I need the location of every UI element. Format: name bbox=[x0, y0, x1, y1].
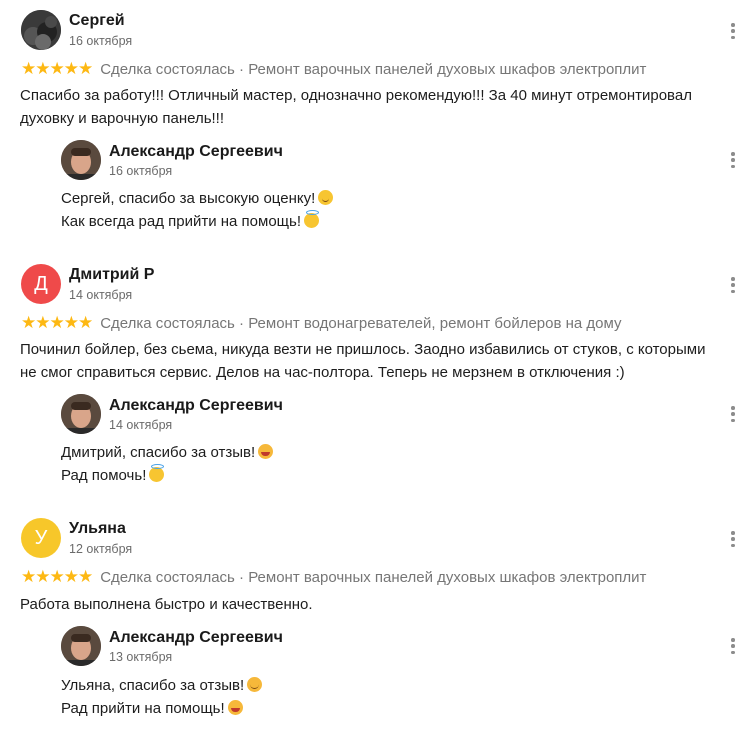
avatar[interactable] bbox=[21, 10, 61, 50]
avatar[interactable]: Д bbox=[21, 264, 61, 304]
reply-line: Ульяна, спасибо за отзыв! bbox=[61, 677, 245, 694]
grin-emoji-icon bbox=[227, 700, 243, 715]
avatar-letter: У bbox=[34, 526, 48, 549]
review-text: Починил бойлер, без сьема, никуда везти … bbox=[20, 338, 740, 384]
avatar[interactable]: У bbox=[21, 518, 61, 558]
more-options-icon[interactable] bbox=[725, 405, 741, 423]
review-line: не смог справиться сервис. Делов на час-… bbox=[20, 364, 625, 381]
rating-stars-icon: ★★★★★ bbox=[21, 567, 93, 586]
smile-emoji-icon bbox=[318, 190, 334, 205]
reply-avatar[interactable] bbox=[61, 140, 101, 180]
rating-stars-icon: ★★★★★ bbox=[21, 313, 93, 332]
angel-emoji-icon bbox=[149, 464, 165, 482]
more-options-icon[interactable] bbox=[725, 637, 741, 655]
review-line: Работа выполнена быстро и качественно. bbox=[20, 596, 313, 613]
angel-emoji-icon bbox=[304, 210, 319, 228]
more-options-icon[interactable] bbox=[725, 151, 741, 169]
reply-author-name[interactable]: Александр Сергеевич bbox=[109, 143, 283, 161]
review-date: 12 октября bbox=[69, 542, 133, 556]
author-name[interactable]: Дмитрий Р bbox=[69, 266, 154, 284]
reply-avatar[interactable] bbox=[61, 394, 101, 434]
deal-info: Сделка состоялась · Ремонт водонагревате… bbox=[100, 314, 622, 332]
avatar-letter: Д bbox=[34, 272, 48, 295]
reply-date: 14 октября bbox=[109, 418, 173, 432]
reply-line: Дмитрий, спасибо за отзыв! bbox=[61, 444, 256, 461]
reply-text: Дмитрий, спасибо за отзыв! Рад помочь! bbox=[61, 441, 274, 487]
rating-stars-icon: ★★★★★ bbox=[21, 59, 93, 78]
reply-line: Сергей, спасибо за высокую оценку! bbox=[61, 190, 316, 207]
review-line: Спасибо за работу!!! Отличный мастер, од… bbox=[20, 87, 692, 104]
author-name[interactable]: Сергей bbox=[69, 12, 125, 30]
grin-emoji-icon bbox=[258, 444, 274, 459]
review-card: Сергей 16 октября ★★★★★ Сделка состоялас… bbox=[0, 0, 750, 255]
deal-info: Сделка состоялась · Ремонт варочных пане… bbox=[100, 568, 647, 586]
review-date: 16 октября bbox=[69, 34, 133, 48]
reply-line: Рад помочь! bbox=[61, 467, 147, 484]
more-options-icon[interactable] bbox=[725, 530, 741, 548]
reply-author-name[interactable]: Александр Сергеевич bbox=[109, 629, 283, 647]
review-card: Д Дмитрий Р 14 октября ★★★★★ Сделка сост… bbox=[0, 254, 750, 509]
review-meta: ★★★★★ Сделка состоялась · Ремонт варочны… bbox=[21, 567, 646, 587]
review-card: У Ульяна 12 октября ★★★★★ Сделка состоял… bbox=[0, 508, 750, 730]
more-options-icon[interactable] bbox=[725, 276, 741, 294]
review-meta: ★★★★★ Сделка состоялась · Ремонт водонаг… bbox=[21, 313, 621, 333]
reply-line: Рад прийти на помощь! bbox=[61, 700, 225, 717]
reply-date: 16 октября bbox=[109, 164, 173, 178]
review-text: Спасибо за работу!!! Отличный мастер, од… bbox=[20, 84, 740, 130]
review-line: Починил бойлер, без сьема, никуда везти … bbox=[20, 341, 706, 358]
review-text: Работа выполнена быстро и качественно. bbox=[20, 593, 740, 616]
review-meta: ★★★★★ Сделка состоялась · Ремонт варочны… bbox=[21, 59, 646, 79]
reply-author-name[interactable]: Александр Сергеевич bbox=[109, 397, 283, 415]
blush-emoji-icon bbox=[247, 677, 263, 692]
more-options-icon[interactable] bbox=[725, 22, 741, 40]
reply-text: Сергей, спасибо за высокую оценку! Как в… bbox=[61, 187, 334, 233]
reply-line: Как всегда рад прийти на помощь! bbox=[61, 213, 301, 230]
reply-avatar[interactable] bbox=[61, 626, 101, 666]
author-name[interactable]: Ульяна bbox=[69, 520, 126, 538]
review-line: духовку и варочную панель!!! bbox=[20, 110, 225, 127]
deal-info: Сделка состоялась · Ремонт варочных пане… bbox=[100, 60, 647, 78]
review-date: 14 октября bbox=[69, 288, 133, 302]
reply-text: Ульяна, спасибо за отзыв! Рад прийти на … bbox=[61, 674, 263, 720]
reply-date: 13 октября bbox=[109, 650, 173, 664]
